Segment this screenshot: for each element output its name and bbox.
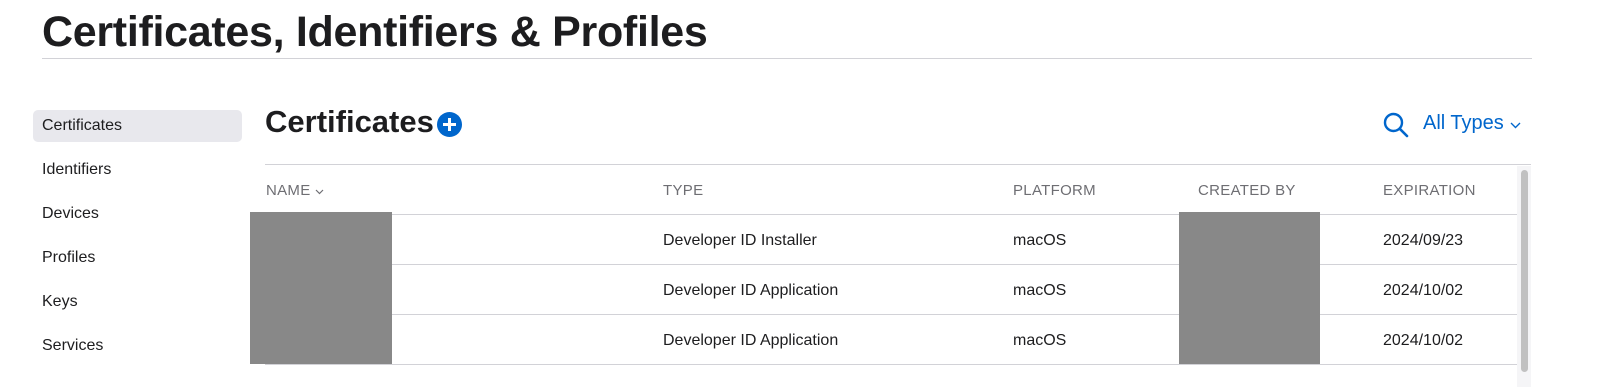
chevron-down-icon — [1510, 122, 1521, 128]
cell-platform: macOS — [1013, 282, 1067, 299]
table-header-row: NAME TYPE PLATFORM CREATED BY EXPIRATION — [265, 164, 1517, 215]
sidebar-item-devices[interactable]: Devices — [33, 198, 242, 230]
column-header-type[interactable]: TYPE — [663, 182, 703, 199]
cell-type: Developer ID Application — [663, 282, 839, 299]
column-header-label: CREATED BY — [1198, 182, 1296, 199]
column-header-label: TYPE — [663, 182, 704, 199]
sidebar-item-services[interactable]: Services — [33, 330, 242, 362]
sidebar-item-certificates[interactable]: Certificates — [33, 110, 242, 142]
sidebar-item-label: Identifiers — [42, 161, 112, 178]
column-header-label: PLATFORM — [1013, 182, 1096, 199]
cell-type: Developer ID Installer — [663, 232, 817, 249]
sidebar: Certificates Identifiers Devices Profile… — [33, 110, 242, 374]
search-icon — [1383, 112, 1409, 138]
sidebar-item-identifiers[interactable]: Identifiers — [33, 154, 242, 186]
sidebar-item-keys[interactable]: Keys — [33, 286, 242, 318]
column-header-platform[interactable]: PLATFORM — [1013, 182, 1096, 199]
type-filter-label: All Types — [1423, 112, 1504, 134]
sidebar-item-profiles[interactable]: Profiles — [33, 242, 242, 274]
plus-circle-icon — [443, 118, 456, 131]
sidebar-item-label: Keys — [42, 293, 78, 310]
cell-expiration: 2024/10/02 — [1383, 332, 1464, 349]
sidebar-item-label: Devices — [42, 205, 99, 222]
cell-platform: macOS — [1013, 232, 1067, 249]
column-header-name[interactable]: NAME — [266, 182, 324, 199]
column-header-expiration[interactable]: EXPIRATION — [1383, 182, 1476, 199]
title-divider — [42, 58, 1532, 59]
cell-expiration: 2024/09/23 — [1383, 232, 1464, 249]
search-button[interactable] — [1382, 111, 1410, 139]
column-header-label: NAME — [266, 182, 311, 199]
section-title: Certificates — [265, 104, 434, 139]
type-filter-dropdown[interactable]: All Types — [1423, 112, 1521, 135]
sidebar-item-label: Certificates — [42, 117, 123, 134]
table-row[interactable]: Developer ID Application macOS 2024/10/0… — [265, 315, 1517, 365]
column-header-created-by[interactable]: CREATED BY — [1198, 182, 1296, 199]
add-certificate-button[interactable] — [437, 112, 462, 137]
page-title: Certificates, Identifiers & Profiles — [42, 8, 708, 56]
sidebar-item-label: Services — [42, 337, 104, 354]
redacted-name-column — [250, 212, 392, 364]
sort-chevron-icon — [315, 189, 323, 194]
cell-type: Developer ID Application — [663, 332, 839, 349]
table-row[interactable]: Developer ID Installer macOS 2024/09/23 — [265, 215, 1517, 265]
column-header-label: EXPIRATION — [1383, 182, 1476, 199]
scrollbar-thumb[interactable] — [1521, 170, 1528, 372]
cell-expiration: 2024/10/02 — [1383, 282, 1464, 299]
cell-platform: macOS — [1013, 332, 1067, 349]
redacted-created-by-column — [1179, 212, 1320, 364]
table-row[interactable]: Developer ID Application macOS 2024/10/0… — [265, 265, 1517, 315]
sidebar-item-label: Profiles — [42, 249, 96, 266]
